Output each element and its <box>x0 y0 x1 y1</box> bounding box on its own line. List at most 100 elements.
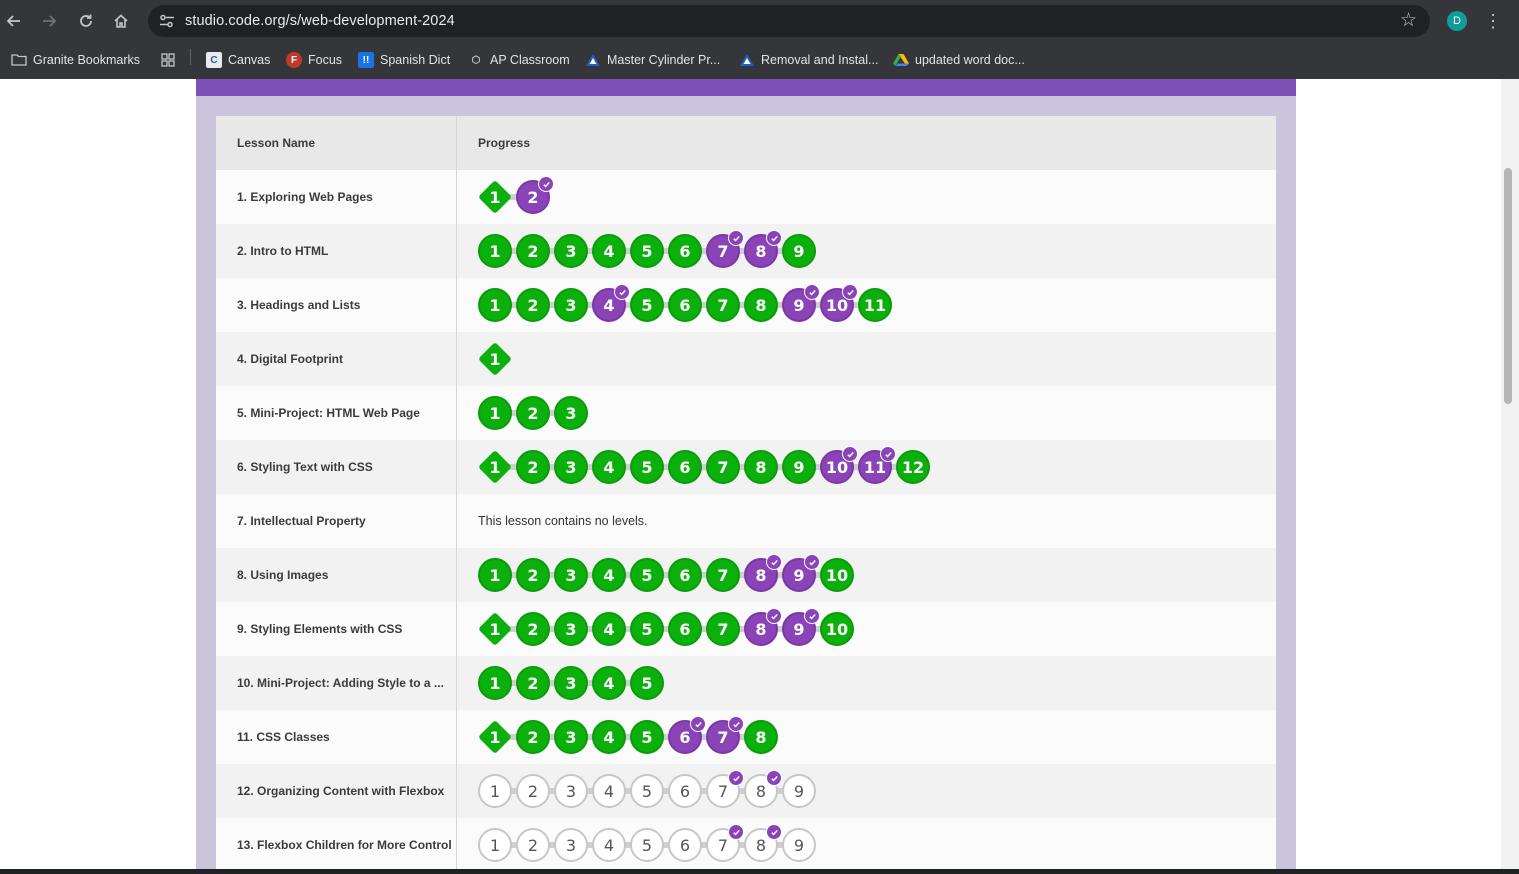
level-bubble[interactable]: 8 <box>744 720 778 754</box>
apps-grid-button[interactable] <box>160 50 182 70</box>
bookmark-canvas[interactable]: C Canvas <box>206 50 270 70</box>
back-arrow-icon[interactable] <box>0 7 28 35</box>
level-bubble[interactable]: 6 <box>668 774 702 808</box>
level-bubble[interactable]: 2 <box>516 288 550 322</box>
level-bubble[interactable]: 5 <box>630 450 664 484</box>
level-bubble[interactable]: 10 <box>820 446 858 484</box>
level-bubble[interactable]: 6 <box>668 716 706 754</box>
lesson-name[interactable]: 5. Mini-Project: HTML Web Page <box>216 386 457 440</box>
level-bubble[interactable]: 6 <box>668 288 702 322</box>
assessment-level-diamond[interactable]: 1 <box>478 180 512 214</box>
level-bubble[interactable]: 9 <box>782 828 816 862</box>
level-bubble[interactable]: 5 <box>630 666 664 700</box>
level-bubble[interactable]: 4 <box>592 774 626 808</box>
level-bubble[interactable]: 2 <box>516 612 550 646</box>
level-bubble[interactable]: 2 <box>516 720 550 754</box>
browser-menu-icon[interactable]: ⋮ <box>1484 8 1502 34</box>
level-bubble[interactable]: 1 <box>478 828 512 862</box>
level-bubble[interactable]: 5 <box>630 828 664 862</box>
bookmark-word-doc[interactable]: updated word doc... <box>893 50 1025 70</box>
level-bubble[interactable]: 4 <box>592 234 626 268</box>
level-bubble[interactable]: 8 <box>744 824 782 862</box>
level-bubble[interactable]: 9 <box>782 608 820 646</box>
level-bubble[interactable]: 8 <box>744 230 782 268</box>
lesson-name[interactable]: 3. Headings and Lists <box>216 278 457 332</box>
level-bubble[interactable]: 7 <box>706 450 740 484</box>
lesson-name[interactable]: 4. Digital Footprint <box>216 332 457 386</box>
level-bubble[interactable]: 8 <box>744 554 782 592</box>
assessment-level-diamond[interactable]: 1 <box>478 450 512 484</box>
level-bubble[interactable]: 4 <box>592 450 626 484</box>
level-bubble[interactable]: 10 <box>820 612 854 646</box>
assessment-level-diamond[interactable]: 1 <box>478 612 512 646</box>
level-bubble[interactable]: 8 <box>744 450 778 484</box>
level-bubble[interactable]: 5 <box>630 558 664 592</box>
level-bubble[interactable]: 9 <box>782 774 816 808</box>
lesson-name[interactable]: 8. Using Images <box>216 548 457 602</box>
level-bubble[interactable]: 3 <box>554 666 588 700</box>
level-bubble[interactable]: 2 <box>516 396 550 430</box>
level-bubble[interactable]: 3 <box>554 450 588 484</box>
level-bubble[interactable]: 4 <box>592 284 630 322</box>
lesson-name[interactable]: 7. Intellectual Property <box>216 494 457 548</box>
level-bubble[interactable]: 7 <box>706 288 740 322</box>
lesson-name[interactable]: 12. Organizing Content with Flexbox <box>216 764 457 818</box>
forward-arrow-icon[interactable] <box>35 7 63 35</box>
level-bubble[interactable]: 1 <box>478 396 512 430</box>
level-bubble[interactable]: 6 <box>668 828 702 862</box>
profile-avatar[interactable]: D <box>1447 11 1467 31</box>
level-bubble[interactable]: 7 <box>706 716 744 754</box>
level-bubble[interactable]: 2 <box>516 828 550 862</box>
lesson-name[interactable]: 9. Styling Elements with CSS <box>216 602 457 656</box>
level-bubble[interactable]: 3 <box>554 612 588 646</box>
level-bubble[interactable]: 5 <box>630 234 664 268</box>
level-bubble[interactable]: 4 <box>592 828 626 862</box>
level-bubble[interactable]: 3 <box>554 720 588 754</box>
level-bubble[interactable]: 11 <box>858 446 896 484</box>
level-bubble[interactable]: 1 <box>478 558 512 592</box>
level-bubble[interactable]: 2 <box>516 234 550 268</box>
level-bubble[interactable]: 4 <box>592 558 626 592</box>
level-bubble[interactable]: 6 <box>668 450 702 484</box>
level-bubble[interactable]: 12 <box>896 450 930 484</box>
level-bubble[interactable]: 7 <box>706 558 740 592</box>
level-bubble[interactable]: 4 <box>592 720 626 754</box>
lesson-name[interactable]: 10. Mini-Project: Adding Style to a ... <box>216 656 457 710</box>
bookmark-granite[interactable]: Granite Bookmarks <box>11 50 140 70</box>
level-bubble[interactable]: 5 <box>630 288 664 322</box>
level-bubble[interactable]: 3 <box>554 558 588 592</box>
level-bubble[interactable]: 5 <box>630 612 664 646</box>
level-bubble[interactable]: 5 <box>630 774 664 808</box>
level-bubble[interactable]: 11 <box>858 288 892 322</box>
bookmark-focus[interactable]: F Focus <box>286 50 342 70</box>
level-bubble[interactable]: 3 <box>554 774 588 808</box>
level-bubble[interactable]: 1 <box>478 774 512 808</box>
lesson-name[interactable]: 2. Intro to HTML <box>216 224 457 278</box>
level-bubble[interactable]: 9 <box>782 284 820 322</box>
level-bubble[interactable]: 8 <box>744 608 782 646</box>
level-bubble[interactable]: 1 <box>478 234 512 268</box>
level-bubble[interactable]: 2 <box>516 558 550 592</box>
lesson-name[interactable]: 13. Flexbox Children for More Control <box>216 818 457 869</box>
level-bubble[interactable]: 2 <box>516 450 550 484</box>
level-bubble[interactable]: 7 <box>706 770 744 808</box>
bookmark-master-cylinder[interactable]: Master Cylinder Pr... <box>585 50 720 70</box>
level-bubble[interactable]: 9 <box>782 450 816 484</box>
level-bubble[interactable]: 7 <box>706 824 744 862</box>
level-bubble[interactable]: 9 <box>782 234 816 268</box>
level-bubble[interactable]: 2 <box>516 774 550 808</box>
level-bubble[interactable]: 7 <box>706 230 744 268</box>
level-bubble[interactable]: 3 <box>554 234 588 268</box>
level-bubble[interactable]: 3 <box>554 828 588 862</box>
level-bubble[interactable]: 6 <box>668 234 702 268</box>
reload-icon[interactable] <box>72 7 100 35</box>
level-bubble[interactable]: 2 <box>516 176 554 214</box>
level-bubble[interactable]: 3 <box>554 288 588 322</box>
level-bubble[interactable]: 2 <box>516 666 550 700</box>
assessment-level-diamond[interactable]: 1 <box>478 720 512 754</box>
lesson-name[interactable]: 1. Exploring Web Pages <box>216 170 457 224</box>
level-bubble[interactable]: 4 <box>592 612 626 646</box>
site-settings-icon[interactable] <box>158 12 176 30</box>
assessment-level-diamond[interactable]: 1 <box>478 342 512 376</box>
home-icon[interactable] <box>107 7 135 35</box>
